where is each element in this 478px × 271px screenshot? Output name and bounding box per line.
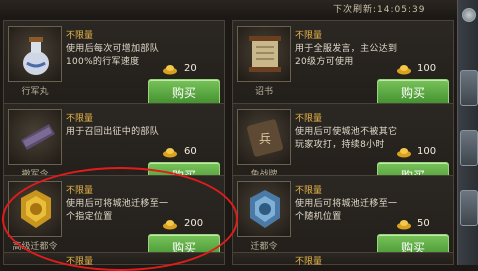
shop-item-card: 不限量 (232, 252, 454, 267)
item-price: 100 (417, 146, 437, 157)
gold-seal-icon[interactable] (8, 181, 62, 237)
item-price: 60 (184, 146, 197, 157)
gold-ingot-icon (397, 65, 411, 75)
scroll-knob[interactable] (462, 8, 476, 22)
gold-ingot-icon (163, 148, 177, 158)
limit-label: 不限量 (66, 31, 94, 41)
item-price: 20 (184, 63, 197, 74)
limit-label: 不限量 (66, 186, 94, 196)
item-description: 使用后可将城池迁移至一个指定位置 (66, 199, 169, 222)
limit-label: 不限量 (66, 114, 94, 124)
item-price: 50 (417, 218, 430, 229)
shop-header: 下次刷新:14:05:39 (0, 0, 478, 16)
potion-bottle-icon[interactable] (8, 26, 62, 82)
blue-seal-icon[interactable] (237, 181, 291, 237)
shop-item-card: 迁都令 不限量 使用后可将城池迁移至一个随机位置 50 购买 (232, 175, 454, 263)
gold-ingot-icon (397, 148, 411, 158)
item-name: 行军丸 (21, 87, 49, 97)
shop-item-card: 行军丸 不限量 使用后每次可增加部队100%的行军速度 20 购买 (3, 20, 225, 108)
shop-item-card: 不限量 (3, 252, 225, 267)
gold-ingot-icon (163, 220, 177, 230)
item-price: 100 (417, 63, 437, 74)
item-description: 使用后每次可增加部队100%的行军速度 (66, 44, 160, 67)
item-name: 高级迁都令 (12, 242, 58, 252)
scroll-icon[interactable] (237, 26, 291, 82)
shop-item-card: 高级迁都令 不限量 使用后可将城池迁移至一个指定位置 200 购买 (3, 175, 225, 263)
limit-label: 不限量 (295, 186, 323, 196)
gold-ingot-icon (397, 220, 411, 230)
limit-label: 不限量 (295, 257, 323, 267)
item-name: 迁都令 (250, 242, 278, 252)
item-description: 使用后可使城池不被其它玩家攻打，持续8小时 (295, 127, 398, 150)
gold-ingot-icon (163, 65, 177, 75)
limit-label: 不限量 (295, 31, 323, 41)
side-tab[interactable] (460, 130, 478, 166)
item-description: 用于召回出征中的部队 (66, 127, 160, 137)
item-name: 诏书 (254, 87, 273, 97)
refresh-timer: 下次刷新:14:05:39 (333, 5, 426, 15)
truce-plaque-icon[interactable]: 兵 (237, 109, 291, 165)
side-tab[interactable] (460, 190, 478, 226)
item-description: 用于全服发言，主公达到20级方可使用 (295, 44, 398, 67)
limit-label: 不限量 (295, 114, 323, 124)
limit-label: 不限量 (66, 257, 94, 267)
command-token-icon[interactable] (8, 109, 62, 165)
side-tab[interactable] (460, 70, 478, 106)
shop-item-card: 诏书 不限量 用于全服发言，主公达到20级方可使用 100 购买 (232, 20, 454, 108)
svg-text:兵: 兵 (259, 132, 271, 146)
item-description: 使用后可将城池迁移至一个随机位置 (295, 199, 398, 222)
item-price: 200 (184, 218, 204, 229)
